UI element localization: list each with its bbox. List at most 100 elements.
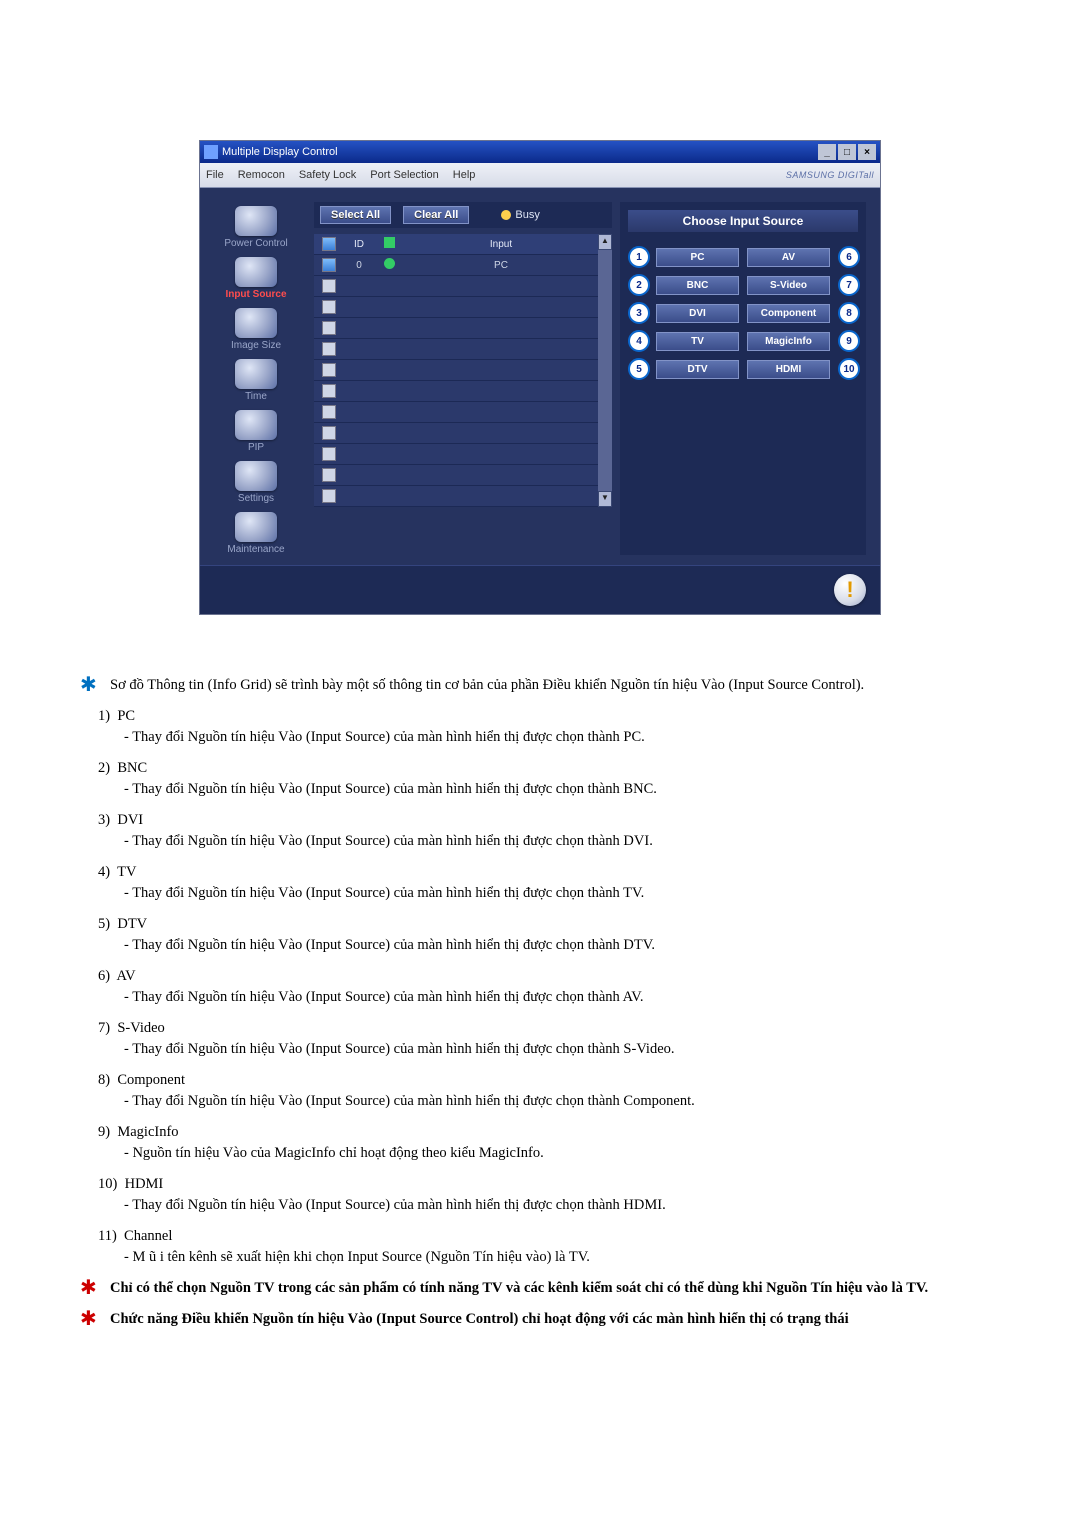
item-number: 5) — [98, 916, 110, 932]
sidebar-item-image-size[interactable]: Image Size — [231, 308, 281, 351]
sidebar-item-power-control[interactable]: Power Control — [224, 206, 287, 249]
scroll-track[interactable] — [598, 250, 612, 491]
source-dtv-button[interactable]: DTV — [656, 360, 739, 379]
item-number: 3) — [98, 812, 110, 828]
row-checkbox[interactable] — [322, 300, 336, 314]
item-desc: - Thay đổi Nguồn tín hiệu Vào (Input Sou… — [124, 1039, 1000, 1060]
star-icon: ✱ — [80, 675, 100, 696]
grid-scrollbar[interactable]: ▲ ▼ — [598, 234, 612, 507]
item-desc: - M ũ i tên kênh sẽ xuất hiện khi chọn I… — [124, 1247, 1000, 1268]
callout-8: 8 — [838, 302, 860, 324]
menubar: File Remocon Safety Lock Port Selection … — [200, 163, 880, 188]
item-desc: - Thay đổi Nguồn tín hiệu Vào (Input Sou… — [124, 1195, 1000, 1216]
item-title: PC — [117, 708, 135, 724]
sidebar-label-settings: Settings — [238, 493, 274, 504]
table-row[interactable] — [314, 423, 598, 444]
source-svideo-button[interactable]: S-Video — [747, 276, 830, 295]
grid-header: ID Input — [314, 234, 598, 255]
item-desc: - Thay đổi Nguồn tín hiệu Vào (Input Sou… — [124, 1091, 1000, 1112]
item-number: 10) — [98, 1176, 117, 1192]
item-title: BNC — [117, 760, 147, 776]
table-row[interactable] — [314, 318, 598, 339]
menu-port-selection[interactable]: Port Selection — [370, 169, 438, 181]
item-desc: - Thay đổi Nguồn tín hiệu Vào (Input Sou… — [124, 987, 1000, 1008]
source-pc-button[interactable]: PC — [656, 248, 739, 267]
source-dvi-button[interactable]: DVI — [656, 304, 739, 323]
scroll-down-icon[interactable]: ▼ — [598, 491, 612, 507]
row-input: PC — [404, 260, 598, 271]
table-row[interactable]: 0 PC — [314, 255, 598, 276]
close-button[interactable]: × — [858, 144, 876, 160]
menu-file[interactable]: File — [206, 169, 224, 181]
item-title: TV — [117, 864, 136, 880]
brand-text: SAMSUNG DIGITall — [489, 170, 874, 180]
sidebar-item-pip[interactable]: PIP — [235, 410, 277, 453]
table-row[interactable] — [314, 276, 598, 297]
row-checkbox[interactable] — [322, 426, 336, 440]
time-icon — [235, 359, 277, 389]
settings-icon — [235, 461, 277, 491]
intro-text: Sơ đồ Thông tin (Info Grid) sẽ trình bày… — [110, 675, 864, 696]
row-checkbox[interactable] — [322, 468, 336, 482]
table-row[interactable] — [314, 339, 598, 360]
item-desc: - Thay đổi Nguồn tín hiệu Vào (Input Sou… — [124, 727, 1000, 748]
source-magicinfo-button[interactable]: MagicInfo — [747, 332, 830, 351]
table-row[interactable] — [314, 444, 598, 465]
item-desc: - Thay đổi Nguồn tín hiệu Vào (Input Sou… — [124, 935, 1000, 956]
table-row[interactable] — [314, 360, 598, 381]
checkbox-header[interactable] — [322, 237, 336, 251]
minimize-button[interactable]: _ — [818, 144, 836, 160]
doc-item: 2) BNC- Thay đổi Nguồn tín hiệu Vào (Inp… — [98, 758, 1000, 800]
callout-2: 2 — [628, 274, 650, 296]
menu-remocon[interactable]: Remocon — [238, 169, 285, 181]
row-checkbox[interactable] — [322, 489, 336, 503]
callout-6: 6 — [838, 246, 860, 268]
row-checkbox[interactable] — [322, 342, 336, 356]
item-number: 7) — [98, 1020, 110, 1036]
row-checkbox[interactable] — [322, 363, 336, 377]
callout-7: 7 — [838, 274, 860, 296]
input-source-panel: Choose Input Source 1 PC AV 6 2 BNC S-Vi… — [620, 202, 866, 555]
item-desc: - Thay đổi Nguồn tín hiệu Vào (Input Sou… — [124, 883, 1000, 904]
row-checkbox[interactable] — [322, 279, 336, 293]
table-row[interactable] — [314, 381, 598, 402]
doc-item: 9) MagicInfo- Nguồn tín hiệu Vào của Mag… — [98, 1122, 1000, 1164]
callout-4: 4 — [628, 330, 650, 352]
source-hdmi-button[interactable]: HDMI — [747, 360, 830, 379]
menu-safety-lock[interactable]: Safety Lock — [299, 169, 356, 181]
menu-help[interactable]: Help — [453, 169, 476, 181]
callout-10: 10 — [838, 358, 860, 380]
table-row[interactable] — [314, 402, 598, 423]
sidebar-item-input-source[interactable]: Input Source — [225, 257, 286, 300]
sidebar-item-maintenance[interactable]: Maintenance — [227, 512, 284, 555]
table-row[interactable] — [314, 486, 598, 507]
maximize-button[interactable]: □ — [838, 144, 856, 160]
note-tv: Chỉ có thể chọn Nguồn TV trong các sản p… — [110, 1278, 928, 1299]
col-input: Input — [404, 239, 598, 250]
item-number: 8) — [98, 1072, 110, 1088]
item-number: 11) — [98, 1228, 117, 1244]
clear-all-button[interactable]: Clear All — [403, 206, 469, 224]
sidebar-item-settings[interactable]: Settings — [235, 461, 277, 504]
callout-3: 3 — [628, 302, 650, 324]
table-row[interactable] — [314, 465, 598, 486]
busy-label: Busy — [515, 209, 539, 221]
source-tv-button[interactable]: TV — [656, 332, 739, 351]
item-title: Channel — [124, 1228, 172, 1244]
alert-icon: ! — [834, 574, 866, 606]
row-checkbox[interactable] — [322, 405, 336, 419]
row-checkbox[interactable] — [322, 321, 336, 335]
doc-item: 7) S-Video- Thay đổi Nguồn tín hiệu Vào … — [98, 1018, 1000, 1060]
source-av-button[interactable]: AV — [747, 248, 830, 267]
item-number: 4) — [98, 864, 110, 880]
sidebar-label-time: Time — [245, 391, 267, 402]
row-checkbox[interactable] — [322, 447, 336, 461]
source-component-button[interactable]: Component — [747, 304, 830, 323]
sidebar-item-time[interactable]: Time — [235, 359, 277, 402]
source-bnc-button[interactable]: BNC — [656, 276, 739, 295]
row-checkbox[interactable] — [322, 384, 336, 398]
scroll-up-icon[interactable]: ▲ — [598, 234, 612, 250]
row-checkbox[interactable] — [322, 258, 336, 272]
table-row[interactable] — [314, 297, 598, 318]
select-all-button[interactable]: Select All — [320, 206, 391, 224]
